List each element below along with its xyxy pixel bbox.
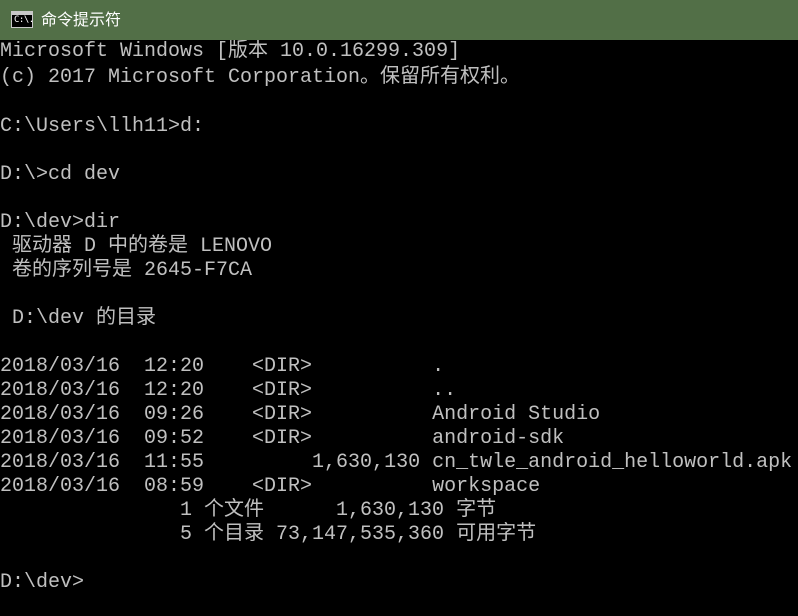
console-output[interactable]: Microsoft Windows [版本 10.0.16299.309] (c… (0, 40, 798, 616)
console-line: 2018/03/16 11:55 1,630,130 cn_twle_andro… (0, 451, 793, 474)
console-line: 驱动器 D 中的卷是 LENOVO (0, 235, 273, 258)
console-line: 2018/03/16 09:26 <DIR> Android Studio (0, 403, 601, 426)
console-line: 2018/03/16 09:52 <DIR> android-sdk (0, 427, 565, 450)
command-prompt-window: C:\. 命令提示符 Microsoft Windows [版本 10.0.16… (0, 0, 798, 616)
console-line: 2018/03/16 12:20 <DIR> .. (0, 379, 457, 402)
console-prompt[interactable]: D:\dev> (0, 571, 84, 595)
console-line: D:\dev 的目录 (0, 307, 157, 330)
console-line: D:\>cd dev (0, 163, 121, 186)
console-line: 5 个目录 73,147,535,360 可用字节 (0, 523, 537, 546)
title-bar[interactable]: C:\. 命令提示符 (0, 0, 798, 40)
console-line: Microsoft Windows [版本 10.0.16299.309] (0, 40, 461, 63)
console-line: 2018/03/16 08:59 <DIR> workspace (0, 475, 541, 498)
window-title: 命令提示符 (41, 10, 122, 29)
console-line: (c) 2017 Microsoft Corporation。保留所有权利。 (0, 66, 521, 89)
console-line: D:\dev>dir (0, 211, 121, 234)
console-line: 卷的序列号是 2645-F7CA (0, 259, 253, 282)
console-line: 1 个文件 1,630,130 字节 (0, 499, 497, 522)
console-icon-glyph: C:\. (14, 15, 34, 25)
console-line: C:\Users\llh11>d: (0, 115, 205, 138)
console-icon: C:\. (11, 11, 34, 28)
console-line: 2018/03/16 12:20 <DIR> . (0, 355, 445, 378)
